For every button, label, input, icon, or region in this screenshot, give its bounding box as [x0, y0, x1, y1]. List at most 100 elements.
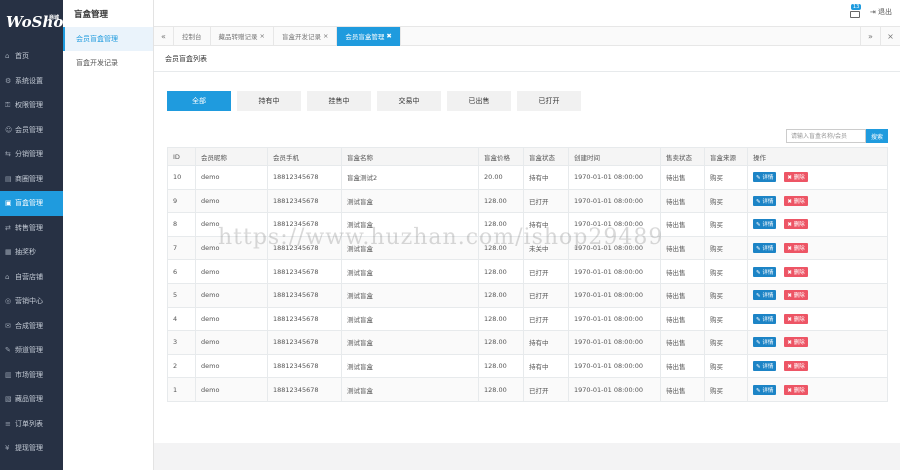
filter-button[interactable]: 持有中 [237, 91, 301, 111]
sidebar-item-label: 商圈管理 [15, 174, 43, 183]
table-cell: 购买 [704, 377, 748, 402]
table-row: 6 demo 18812345678 测试盲盒 128.00 已打开 1970-01-01 … [167, 259, 888, 284]
filter-button[interactable]: 已打开 [517, 91, 581, 111]
table-cell: 盲盒测试2 [341, 165, 479, 190]
sidebar-item-label: 盲盒管理 [15, 199, 43, 208]
sidebar-item[interactable]: ⌂ 首页 [0, 44, 63, 69]
delete-button[interactable]: ✖ 删除 [784, 313, 808, 324]
table-cell: demo [195, 212, 268, 237]
table-cell: demo [195, 259, 268, 284]
panel-title: 会员盲盒列表 [154, 46, 900, 72]
delete-button[interactable]: ✖ 删除 [784, 219, 808, 230]
sidebar-item[interactable]: ▧ 藏品管理 [0, 387, 63, 412]
sidebar-item-icon: ▦ [5, 248, 12, 257]
filter-button[interactable]: 挂售中 [307, 91, 371, 111]
edit-button[interactable]: ✎ 详情 [753, 290, 777, 301]
sidebar-item[interactable]: ▦ 抽奖秒 [0, 240, 63, 265]
search-input[interactable] [785, 129, 866, 143]
message-button[interactable]: 13 [849, 4, 862, 18]
close-icon[interactable]: ✖ [386, 32, 391, 40]
action-cell: ✎ 详情 ✖ 删除 [747, 377, 888, 402]
sidebar-item[interactable]: ⚙ 系统设置 [0, 69, 63, 94]
sidebar-item[interactable]: ¥ 提现管理 [0, 436, 63, 461]
table-cell: 18812345678 [267, 377, 342, 402]
table-cell: 测试盲盒 [341, 353, 479, 379]
edit-button[interactable]: ✎ 详情 [753, 219, 777, 230]
tab[interactable]: 控制台 [174, 26, 211, 46]
sidebar-item[interactable]: ✉ 合成管理 [0, 314, 63, 339]
edit-button[interactable]: ✎ 详情 [753, 384, 777, 395]
edit-button[interactable]: ✎ 详情 [753, 172, 777, 183]
sidebar-item[interactable]: ⚿ 权限管理 [0, 93, 63, 118]
delete-button[interactable]: ✖ 删除 [784, 290, 808, 301]
main-content: 会员盲盒列表 全部持有中挂售中交易中已出售已打开 搜索 ID会员昵称会员手机盲盒… [154, 46, 900, 443]
edit-button[interactable]: ✎ 详情 [753, 361, 777, 372]
delete-button[interactable]: ✖ 删除 [784, 384, 808, 395]
tab[interactable]: 会员盲盒管理 ✖ [337, 26, 401, 46]
edit-button[interactable]: ✎ 详情 [753, 313, 777, 324]
table-cell: 18812345678 [267, 330, 342, 355]
table-cell: 128.00 [478, 306, 524, 332]
close-icon[interactable]: × [323, 32, 328, 40]
table-cell: 5 [167, 282, 196, 308]
sidebar-item[interactable]: ▥ 市场管理 [0, 363, 63, 388]
delete-button[interactable]: ✖ 删除 [784, 361, 808, 372]
delete-button[interactable]: ✖ 删除 [784, 243, 808, 254]
tab-scroll-left-button[interactable]: « [154, 26, 174, 46]
column-header: 会员昵称 [195, 147, 268, 166]
delete-button[interactable]: ✖ 删除 [784, 266, 808, 277]
table-cell: 未关中 [523, 235, 569, 261]
filter-button[interactable]: 已出售 [447, 91, 511, 111]
blindbox-table: ID 会员昵称 会员手机 盲盒名称 盲盒价格 盲盒状态 创建时间 售卖状态 盲盒来源 操作 10 d… [167, 147, 888, 402]
table-cell: 1970-01-01 08:00:00 [568, 212, 661, 237]
sidebar-item-label: 订单列表 [15, 419, 43, 428]
table-cell: 待出售 [660, 377, 705, 402]
sidebar-item[interactable]: ◎ 营销中心 [0, 289, 63, 314]
search-button[interactable]: 搜索 [865, 129, 888, 143]
sidebar-item[interactable]: ✎ 频道管理 [0, 338, 63, 363]
tab-label: 会员盲盒管理 [345, 33, 385, 41]
tab-label: 藏品转赠记录 [218, 33, 258, 41]
table-cell: 18812345678 [267, 235, 342, 261]
subnav-item[interactable]: 会员盲盒管理 [63, 27, 153, 51]
tab[interactable]: 盲盒开发记录 × [274, 26, 338, 46]
delete-button[interactable]: ✖ 删除 [784, 337, 808, 348]
tab[interactable]: 藏品转赠记录 × [211, 26, 274, 46]
sidebar-item[interactable]: ▣ 盲盒管理 [0, 191, 63, 216]
sidebar-item-label: 市场管理 [15, 370, 43, 379]
table-body: 10 demo 18812345678 盲盒测试2 20.00 持有中 1970-01-01… [167, 165, 888, 402]
sidebar-item[interactable]: ⇆ 分销管理 [0, 142, 63, 167]
table-cell: 已打开 [523, 282, 569, 308]
table-cell: 测试盲盒 [341, 306, 479, 332]
column-header: 会员手机 [267, 147, 342, 166]
sidebar-item-label: 系统设置 [15, 76, 43, 85]
logout-button[interactable]: ⇥ 退出 [870, 7, 892, 17]
edit-button[interactable]: ✎ 详情 [753, 266, 777, 277]
table-row: 1 demo 18812345678 测试盲盒 128.00 已打开 1970-01-01 … [167, 377, 888, 402]
sidebar-item[interactable]: ⌂ 自营店铺 [0, 265, 63, 290]
edit-button[interactable]: ✎ 详情 [753, 195, 777, 206]
delete-button[interactable]: ✖ 删除 [784, 172, 808, 183]
tab-close-all-button[interactable]: × [880, 26, 900, 46]
sidebar-item[interactable]: ⇄ 转售管理 [0, 216, 63, 241]
table-cell: 18812345678 [267, 353, 342, 379]
table-cell: 128.00 [478, 188, 524, 214]
sidebar-item[interactable]: ☺ 会员管理 [0, 118, 63, 143]
subnav-item[interactable]: 盲盒开发记录 [63, 51, 153, 75]
sidebar-item-icon: ¥ [5, 444, 10, 453]
tab-scroll-right-button[interactable]: » [860, 26, 880, 46]
sidebar-item-label: 转售管理 [15, 223, 43, 232]
table-cell: 待出售 [660, 235, 705, 261]
sidebar-item[interactable]: ▤ 商圈管理 [0, 167, 63, 192]
close-icon[interactable]: × [260, 32, 265, 40]
delete-button[interactable]: ✖ 删除 [784, 195, 808, 206]
sidebar-item[interactable]: ≡ 订单列表 [0, 412, 63, 437]
sidebar-item-label: 首页 [15, 52, 29, 61]
edit-button[interactable]: ✎ 详情 [753, 337, 777, 348]
edit-button[interactable]: ✎ 详情 [753, 243, 777, 254]
top-header: 13 ⇥ 退出 [154, 0, 900, 26]
filter-button[interactable]: 全部 [167, 91, 231, 111]
sidebar-item-label: 提现管理 [15, 444, 43, 453]
filter-button[interactable]: 交易中 [377, 91, 441, 111]
table-cell: 18812345678 [267, 259, 342, 284]
